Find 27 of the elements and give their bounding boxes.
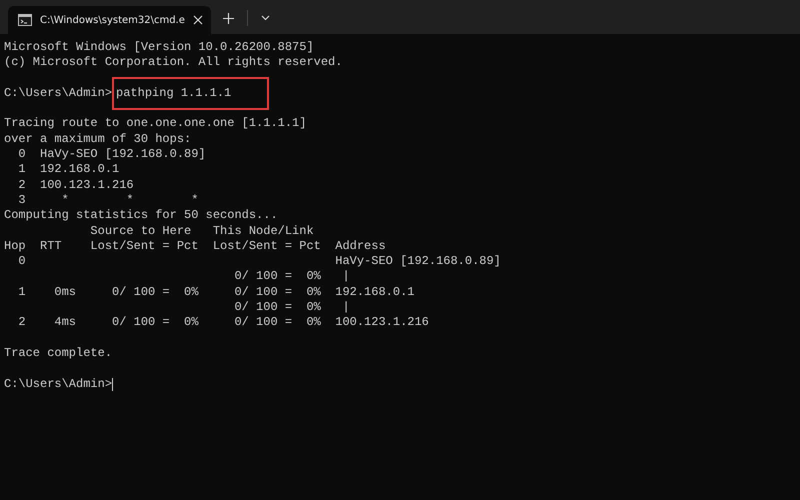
console-line: 0/ 100 = 0% | xyxy=(233,300,350,316)
console-line: Microsoft Windows [Version 10.0.26200.8875] xyxy=(4,40,314,56)
console-line: 3 * * * xyxy=(17,192,198,208)
console-line: 0 HaVy-SEO [192.168.0.89] xyxy=(17,147,206,162)
console-line: (c) Microsoft Corporation. All rights reserved. xyxy=(4,55,342,71)
command-text: pathping 1.1.1.1 xyxy=(116,86,232,102)
close-icon[interactable] xyxy=(192,15,203,25)
terminal-tab[interactable]: C:\Windows\system32\cmd.e xyxy=(8,6,211,34)
terminal-icon xyxy=(18,14,32,26)
console-line: 1 0ms 0/ 100 = 0% 0/ 100 = 0% 192.168.0.1 xyxy=(17,284,414,300)
console-line: 1 192.168.0.1 xyxy=(17,162,120,178)
tab-title: C:\Windows\system32\cmd.e xyxy=(40,14,185,26)
console-line: Tracing route to one.one.one.one [1.1.1.1] xyxy=(4,116,306,132)
text-cursor xyxy=(112,378,114,391)
console-line: Source to Here This Node/Link xyxy=(89,224,314,239)
prompt-text: C:\Users\Admin> xyxy=(4,376,112,392)
plus-icon xyxy=(223,12,234,24)
console-line: 0 HaVy-SEO [192.168.0.89] xyxy=(17,254,501,270)
console-line: over a maximum of 30 hops: xyxy=(4,132,192,148)
console-line: Trace complete. xyxy=(4,346,112,362)
console-line: 2 100.123.1.216 xyxy=(17,178,134,193)
chevron-down-icon xyxy=(261,15,270,21)
console-line: 0/ 100 = 0% | xyxy=(233,269,350,285)
console-line: Hop RTT Lost/Sent = Pct Lost/Sent = Pct Address xyxy=(4,238,386,254)
console-line: Computing statistics for 50 seconds... xyxy=(4,208,278,224)
prompt-text: C:\Users\Admin> xyxy=(4,86,112,102)
console-line: 2 4ms 0/ 100 = 0% 0/ 100 = 0% 100.123.1.216 xyxy=(17,315,429,331)
